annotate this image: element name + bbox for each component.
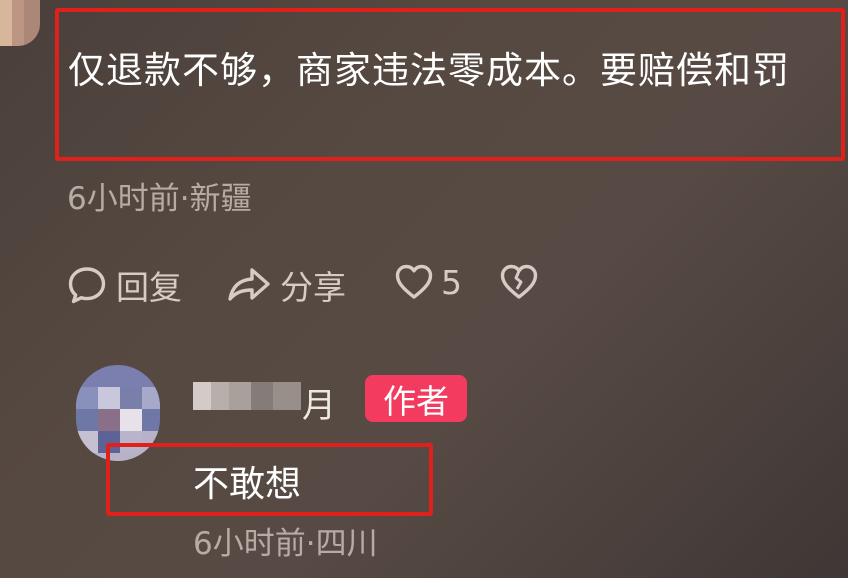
comment-meta: 6小时前·新疆	[67, 181, 252, 217]
like-button[interactable]: 5	[393, 261, 462, 303]
comment-text: 仅退款不够，商家违法零成本。要赔偿和罚	[68, 49, 790, 92]
share-label: 分享	[280, 268, 346, 307]
dislike-button[interactable]	[498, 261, 540, 303]
author-badge: 作者	[365, 375, 467, 422]
share-arrow-icon	[228, 268, 270, 301]
commenter-avatar[interactable]	[0, 0, 40, 46]
heart-icon	[395, 264, 433, 299]
broken-heart-icon	[500, 264, 538, 299]
reply-meta: 6小时前·四川	[193, 526, 378, 562]
reply-text: 不敢想	[193, 464, 302, 505]
reply-button[interactable]: 回复	[66, 261, 182, 309]
comment-bubble-icon	[68, 267, 106, 304]
share-button[interactable]: 分享	[226, 261, 346, 309]
reply-author-name: 月	[302, 386, 336, 426]
reply-label: 回复	[116, 268, 182, 307]
like-count: 5	[441, 262, 462, 302]
reply-author-name-blurred	[193, 382, 301, 410]
